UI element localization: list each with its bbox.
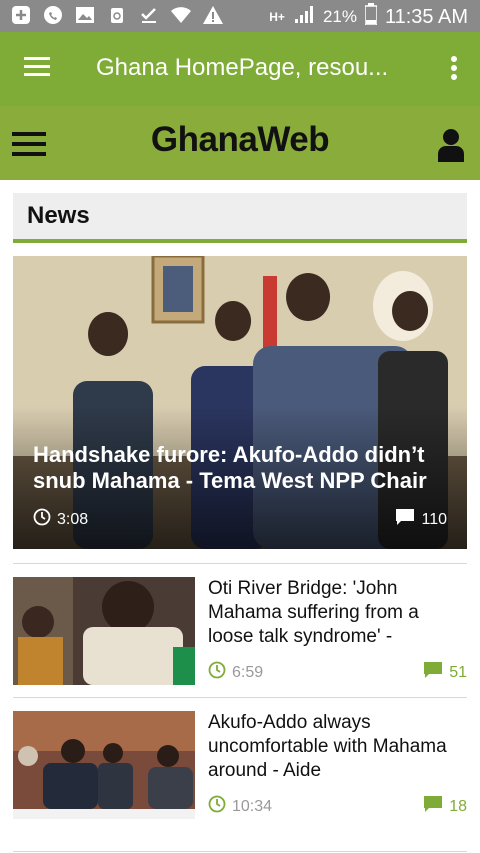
clock-icon: [208, 795, 226, 818]
story-thumbnail: [13, 711, 195, 819]
story-thumbnail: [13, 577, 195, 685]
add-notification-icon: [10, 4, 32, 26]
divider: [13, 563, 467, 564]
app-bar: Ghana HomePage, resou...: [0, 32, 480, 106]
story-comments[interactable]: 51: [423, 661, 467, 684]
image-icon: [74, 4, 96, 26]
app-bar-title: Ghana HomePage, resou...: [96, 54, 389, 81]
story-comments[interactable]: 18: [423, 795, 467, 818]
signal-icon: [293, 4, 315, 30]
more-options-icon[interactable]: [450, 56, 458, 82]
story-time: 6:59: [208, 661, 263, 684]
comment-icon: [423, 795, 443, 818]
story-comments-count: 51: [449, 663, 467, 681]
battery-percent: 21%: [322, 7, 357, 26]
clock: 11:35 AM: [384, 5, 468, 28]
site-header: GhanaWeb: [0, 106, 480, 180]
status-notification-icons: [10, 4, 224, 26]
menu-icon[interactable]: [24, 56, 52, 78]
section-title: News: [27, 202, 90, 229]
story-time-value: 10:34: [232, 797, 273, 815]
story-time-value: 6:59: [232, 663, 264, 681]
battery-icon: [364, 3, 378, 31]
clock-icon: [33, 508, 51, 531]
list-item[interactable]: Oti River Bridge: 'John Mahama suffering…: [13, 577, 467, 685]
featured-story[interactable]: Handshake furore: Akufo-Addo didn’t snub…: [13, 256, 467, 549]
download-done-icon: [138, 4, 160, 26]
divider: [13, 851, 467, 852]
list-item[interactable]: Akufo-Addo always uncomfortable with Mah…: [13, 711, 467, 819]
site-logo[interactable]: GhanaWeb: [0, 120, 480, 160]
story-time: 10:34: [208, 795, 272, 818]
status-bar: H+ 21% 11:35 AM: [0, 0, 480, 32]
user-account-icon[interactable]: [438, 128, 464, 162]
story-comments-count: 18: [449, 797, 467, 815]
whatsapp-icon: [42, 4, 64, 26]
recycle-icon: [106, 4, 128, 26]
comment-icon: [423, 661, 443, 684]
featured-story-headline[interactable]: Handshake furore: Akufo-Addo didn’t snub…: [33, 442, 453, 494]
story-headline[interactable]: Oti River Bridge: 'John Mahama suffering…: [208, 577, 468, 649]
featured-comments-count: 110: [421, 510, 447, 528]
network-type: H+: [269, 10, 285, 24]
comment-icon: [395, 508, 415, 531]
featured-story-comments[interactable]: 110: [395, 508, 447, 531]
status-right-group: H+ 21% 11:35 AM: [269, 3, 468, 31]
featured-story-time: 3:08: [33, 508, 88, 531]
story-headline[interactable]: Akufo-Addo always uncomfortable with Mah…: [208, 711, 468, 783]
warning-icon: [202, 4, 224, 26]
clock-icon: [208, 661, 226, 684]
wifi-icon: [170, 4, 192, 26]
featured-time-value: 3:08: [57, 510, 89, 528]
section-header: News: [13, 193, 467, 243]
divider: [13, 697, 467, 698]
